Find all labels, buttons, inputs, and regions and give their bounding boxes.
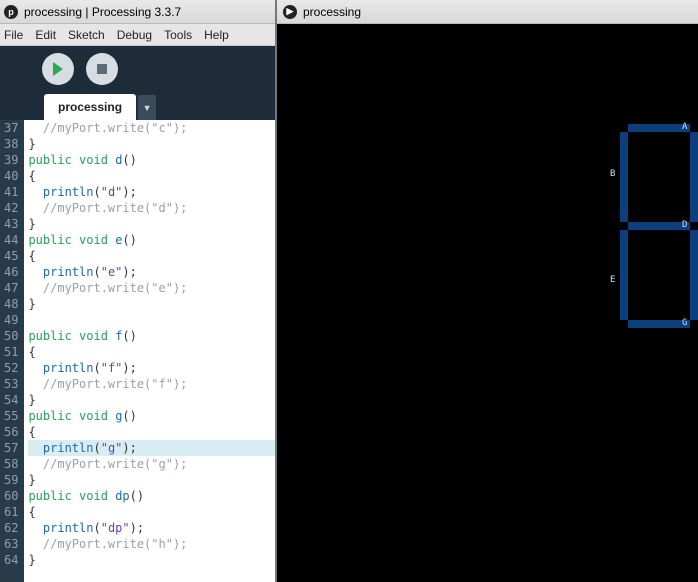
code-line[interactable]: public void e() bbox=[28, 232, 275, 248]
output-titlebar[interactable]: ▶ processing bbox=[277, 0, 698, 24]
line-number: 59 bbox=[4, 472, 18, 488]
code-line[interactable]: } bbox=[28, 472, 275, 488]
line-number: 60 bbox=[4, 488, 18, 504]
tabbar: processing ▼ bbox=[0, 92, 275, 120]
code-line[interactable]: println("g"); bbox=[28, 440, 275, 456]
line-number: 47 bbox=[4, 280, 18, 296]
segment-g bbox=[628, 320, 690, 328]
code-line[interactable]: } bbox=[28, 392, 275, 408]
processing-logo-icon: p bbox=[4, 5, 18, 19]
segment-e bbox=[620, 230, 628, 320]
code-line[interactable]: public void d() bbox=[28, 152, 275, 168]
code-line[interactable]: } bbox=[28, 216, 275, 232]
line-number: 48 bbox=[4, 296, 18, 312]
menu-edit[interactable]: Edit bbox=[35, 28, 56, 42]
code-line[interactable]: //myPort.write("f"); bbox=[28, 376, 275, 392]
code-line[interactable]: println("d"); bbox=[28, 184, 275, 200]
segment-f bbox=[620, 132, 628, 222]
line-number: 58 bbox=[4, 456, 18, 472]
code-line[interactable]: { bbox=[28, 504, 275, 520]
line-number: 61 bbox=[4, 504, 18, 520]
line-number: 52 bbox=[4, 360, 18, 376]
line-number: 56 bbox=[4, 424, 18, 440]
line-number: 46 bbox=[4, 264, 18, 280]
code-line[interactable]: public void dp() bbox=[28, 488, 275, 504]
code-line[interactable]: } bbox=[28, 552, 275, 568]
line-gutter: 3738394041424344454647484950515253545556… bbox=[0, 120, 24, 582]
line-number: 38 bbox=[4, 136, 18, 152]
menu-debug[interactable]: Debug bbox=[117, 28, 152, 42]
menu-sketch[interactable]: Sketch bbox=[68, 28, 105, 42]
line-number: 40 bbox=[4, 168, 18, 184]
code-line[interactable]: { bbox=[28, 168, 275, 184]
line-number: 45 bbox=[4, 248, 18, 264]
ide-titlebar[interactable]: p processing | Processing 3.3.7 bbox=[0, 0, 275, 24]
code-area[interactable]: //myPort.write("c");}public void d(){ pr… bbox=[24, 120, 275, 582]
processing-logo-icon: ▶ bbox=[283, 5, 297, 19]
line-number: 41 bbox=[4, 184, 18, 200]
line-number: 55 bbox=[4, 408, 18, 424]
line-number: 37 bbox=[4, 120, 18, 136]
segment-c bbox=[690, 230, 698, 320]
segment-a bbox=[628, 124, 690, 132]
segment-label-d: D bbox=[682, 220, 687, 230]
line-number: 64 bbox=[4, 552, 18, 568]
menu-help[interactable]: Help bbox=[204, 28, 229, 42]
code-line[interactable]: } bbox=[28, 296, 275, 312]
ide-window: p processing | Processing 3.3.7 File Edi… bbox=[0, 0, 275, 582]
menubar: File Edit Sketch Debug Tools Help bbox=[0, 24, 275, 46]
segment-label-a: A bbox=[682, 122, 687, 132]
code-line[interactable]: //myPort.write("e"); bbox=[28, 280, 275, 296]
segment-label-e: E bbox=[610, 275, 615, 285]
line-number: 51 bbox=[4, 344, 18, 360]
output-title: processing bbox=[303, 5, 361, 19]
code-line[interactable]: println("f"); bbox=[28, 360, 275, 376]
stop-icon bbox=[97, 64, 107, 74]
line-number: 57 bbox=[4, 440, 18, 456]
segment-label-g: G bbox=[682, 318, 687, 328]
code-line[interactable]: { bbox=[28, 248, 275, 264]
sketch-canvas[interactable]: A B D E G bbox=[277, 24, 698, 582]
code-line[interactable]: //myPort.write("h"); bbox=[28, 536, 275, 552]
segment-label-b: B bbox=[610, 169, 615, 179]
menu-tools[interactable]: Tools bbox=[164, 28, 192, 42]
line-number: 39 bbox=[4, 152, 18, 168]
code-line[interactable]: public void f() bbox=[28, 328, 275, 344]
play-icon bbox=[52, 62, 64, 76]
code-line[interactable]: println("e"); bbox=[28, 264, 275, 280]
code-line[interactable]: public void g() bbox=[28, 408, 275, 424]
toolbar bbox=[0, 46, 275, 92]
tab-dropdown[interactable]: ▼ bbox=[138, 95, 156, 120]
tab-processing[interactable]: processing bbox=[44, 94, 136, 120]
line-number: 54 bbox=[4, 392, 18, 408]
line-number: 42 bbox=[4, 200, 18, 216]
segment-b bbox=[690, 132, 698, 222]
code-editor[interactable]: 3738394041424344454647484950515253545556… bbox=[0, 120, 275, 582]
code-line[interactable]: { bbox=[28, 424, 275, 440]
code-line[interactable]: { bbox=[28, 344, 275, 360]
line-number: 50 bbox=[4, 328, 18, 344]
code-line[interactable]: println("dp"); bbox=[28, 520, 275, 536]
ide-title: processing | Processing 3.3.7 bbox=[24, 5, 181, 19]
line-number: 49 bbox=[4, 312, 18, 328]
sketch-output-window: ▶ processing A B D E G bbox=[275, 0, 698, 582]
code-line[interactable]: } bbox=[28, 136, 275, 152]
segment-d bbox=[628, 222, 690, 230]
line-number: 44 bbox=[4, 232, 18, 248]
code-line[interactable]: //myPort.write("d"); bbox=[28, 200, 275, 216]
code-line[interactable]: //myPort.write("c"); bbox=[28, 120, 275, 136]
line-number: 43 bbox=[4, 216, 18, 232]
line-number: 63 bbox=[4, 536, 18, 552]
run-button[interactable] bbox=[42, 53, 74, 85]
seven-segment-display: ABDEG bbox=[620, 124, 698, 344]
code-line[interactable]: //myPort.write("g"); bbox=[28, 456, 275, 472]
stop-button[interactable] bbox=[86, 53, 118, 85]
menu-file[interactable]: File bbox=[4, 28, 23, 42]
line-number: 53 bbox=[4, 376, 18, 392]
line-number: 62 bbox=[4, 520, 18, 536]
code-line[interactable] bbox=[28, 312, 275, 328]
